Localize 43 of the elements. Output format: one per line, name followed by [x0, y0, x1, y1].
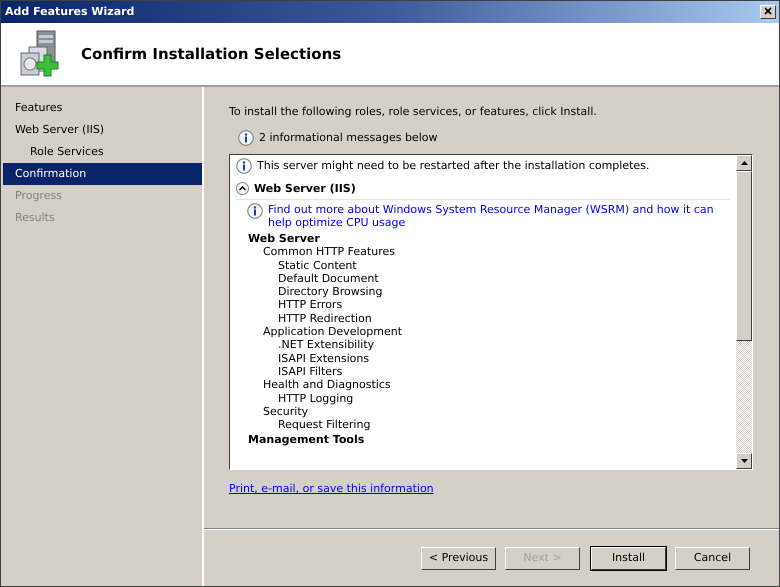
- close-button[interactable]: [760, 5, 776, 19]
- tree-item: Request Filtering: [277, 418, 372, 432]
- info-link[interactable]: Find out more about Windows System Resource Manager (WSRM) and how it can help optimize CPU usage: [268, 203, 730, 229]
- tree-item: Static Content: [277, 258, 358, 272]
- notice-text: This server might need to be restarted after the installation completes.: [257, 158, 650, 174]
- tree-item: Application Development: [262, 325, 404, 338]
- wizard-button[interactable]: Cancel: [675, 546, 750, 570]
- tree-item: ISAPI Extensions: [277, 352, 370, 365]
- tree-item: Directory Browsing: [277, 285, 384, 298]
- info-summary: 2 informational messages below: [259, 130, 438, 146]
- tree-item: Web Server: [247, 232, 321, 246]
- tree-item: HTTP Errors: [277, 298, 344, 312]
- page-heading: Confirm Installation Selections: [81, 45, 342, 63]
- wizard-step[interactable]: Confirmation: [3, 163, 202, 185]
- tree-item: .NET Extensibility: [277, 338, 376, 352]
- scroll-thumb[interactable]: [736, 171, 752, 341]
- section-heading: Web Server (IIS): [254, 180, 356, 196]
- wizard-button[interactable]: < Previous: [421, 546, 496, 570]
- wizard-step[interactable]: Web Server (IIS): [3, 119, 202, 141]
- intro-text: To install the following roles, role services, or features, click Install.: [229, 104, 598, 120]
- collapse-chevron-icon[interactable]: [236, 182, 249, 196]
- scrollbar[interactable]: [736, 155, 752, 469]
- tree-item: Management Tools: [247, 433, 366, 447]
- wizard-step[interactable]: Role Services: [3, 141, 202, 163]
- wizard-step[interactable]: Features: [3, 97, 202, 119]
- down-arrow-icon[interactable]: [740, 459, 748, 463]
- tree-item: Health and Diagnostics: [262, 378, 392, 392]
- info-icon: [247, 203, 263, 219]
- info-icon: [238, 130, 254, 146]
- tree-item: Security: [262, 404, 310, 418]
- tree-item: ISAPI Filters: [277, 364, 344, 378]
- tree-item: Common HTTP Features: [262, 245, 396, 259]
- info-icon: [236, 158, 252, 174]
- scroll-down-button[interactable]: [736, 453, 752, 469]
- up-arrow-icon[interactable]: [740, 161, 748, 165]
- tree-item: Default Document: [277, 272, 380, 286]
- print-link[interactable]: Print, e-mail, or save this information: [229, 481, 434, 498]
- close-icon[interactable]: [764, 7, 772, 16]
- window-title: Add Features Wizard: [5, 4, 134, 20]
- tree-item: HTTP Logging: [277, 392, 354, 405]
- tree-item: HTTP Redirection: [277, 312, 373, 326]
- scroll-up-button[interactable]: [736, 155, 752, 171]
- wizard-button[interactable]: Install: [591, 546, 666, 570]
